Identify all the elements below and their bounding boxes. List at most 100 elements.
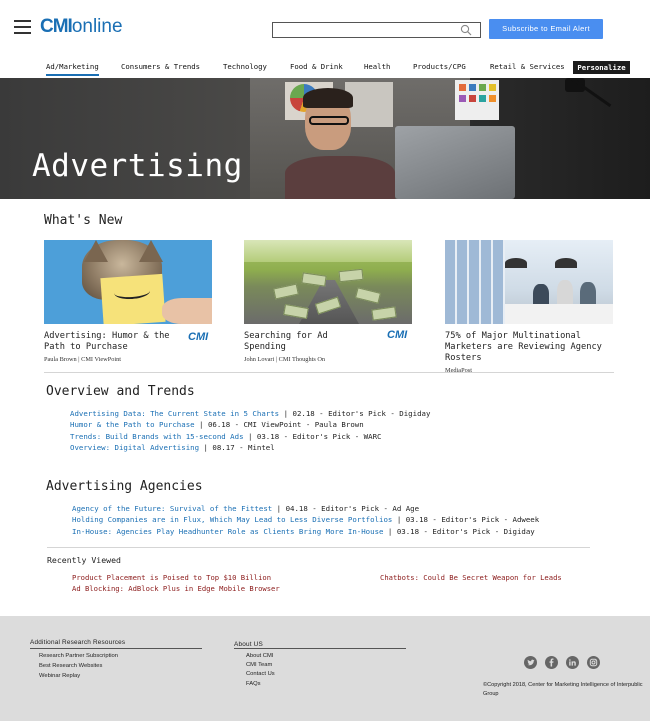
list-item: Humor & the Path to Purchase | 06.18 - C… (70, 419, 430, 430)
nav-item-products-cpg[interactable]: Products/CPG (413, 62, 466, 71)
recently-viewed-link[interactable]: Ad Blocking: AdBlock Plus in Edge Mobile… (72, 584, 280, 593)
article-link[interactable]: Advertising Data: The Current State in 5… (70, 409, 279, 418)
footer-link[interactable]: Contact Us (246, 671, 275, 677)
list-item: Advertising Data: The Current State in 5… (70, 408, 430, 419)
article-card[interactable]: Advertising: Humor & the Path to Purchas… (44, 240, 212, 363)
article-headline[interactable]: Advertising: Humor & the Path to Purchas… (44, 331, 174, 353)
menu-icon[interactable] (14, 20, 31, 34)
article-thumbnail[interactable] (445, 240, 613, 324)
hero-lamp-arm (568, 78, 612, 108)
recently-viewed-link[interactable]: Chatbots: Could Be Secret Weapon for Lea… (380, 573, 562, 582)
whats-new-title: What's New (44, 213, 123, 228)
pendant-lamp (555, 258, 577, 268)
site-logo[interactable]: CMIonline (40, 16, 123, 38)
footer-link[interactable]: CMI Team (246, 662, 272, 668)
personalize-button[interactable]: Personalize (573, 61, 630, 74)
article-link[interactable]: Agency of the Future: Survival of the Fi… (72, 504, 272, 513)
hero-person-shirt (285, 156, 395, 199)
article-meta: | 03.18 - Editor's Pick - WARC (243, 431, 382, 441)
hero-person-hair (303, 88, 353, 108)
section-divider (44, 372, 614, 373)
nav-item-retail-services[interactable]: Retail & Services (490, 62, 565, 71)
footer-rule (30, 648, 202, 649)
category-nav: Ad/Marketing Consumers & Trends Technolo… (0, 58, 650, 78)
hero-person-glasses (309, 116, 349, 125)
article-thumbnail[interactable] (44, 240, 212, 324)
cat-ear (139, 240, 163, 262)
thumb-window (445, 240, 505, 324)
nav-item-technology[interactable]: Technology (223, 62, 267, 71)
footer-link[interactable]: About CMI (246, 653, 273, 659)
facebook-icon[interactable] (545, 656, 558, 669)
footer-link[interactable]: Webinar Replay (39, 673, 80, 679)
color-swatch (489, 84, 496, 91)
page-title: Advertising (32, 148, 243, 184)
article-link[interactable]: Holding Companies are in Flux, Which May… (72, 515, 392, 524)
cmi-badge-icon: CMI (387, 329, 408, 341)
recently-viewed-link[interactable]: Product Placement is Poised to Top $10 B… (72, 573, 271, 582)
article-link[interactable]: Overview: Digital Advertising (70, 443, 199, 452)
linkedin-icon[interactable] (566, 656, 579, 669)
article-thumbnail[interactable] (244, 240, 412, 324)
nav-item-ad-marketing[interactable]: Ad/Marketing (46, 62, 99, 76)
article-card[interactable]: 75% of Major Multinational Marketers are… (445, 240, 613, 374)
article-byline: Paula Brown | CMI ViewPoint (44, 356, 122, 363)
article-link[interactable]: In-House: Agencies Play Headhunter Role … (72, 527, 383, 536)
list-item: Overview: Digital Advertising | 08.17 - … (70, 442, 430, 453)
twitter-icon[interactable] (524, 656, 537, 669)
recently-viewed-title: Recently Viewed (47, 555, 121, 565)
footer-link[interactable]: FAQs (246, 681, 261, 687)
color-swatch (479, 84, 486, 91)
instagram-icon[interactable] (587, 656, 600, 669)
list-item: Trends: Build Brands with 15-second Ads … (70, 431, 430, 442)
article-link[interactable]: Trends: Build Brands with 15-second Ads (70, 432, 244, 441)
section-divider (47, 547, 590, 548)
hand (162, 298, 212, 324)
article-headline[interactable]: Searching for Ad Spending (244, 331, 374, 353)
article-link[interactable]: Humor & the Path to Purchase (70, 420, 195, 429)
article-meta: | 06.18 - CMI ViewPoint - Paula Brown (194, 420, 364, 430)
dollar-bill (355, 287, 381, 304)
color-swatch (479, 95, 486, 102)
about-us-heading: About US (234, 641, 263, 648)
list-item: In-House: Agencies Play Headhunter Role … (72, 526, 539, 537)
dollar-bill (273, 283, 299, 300)
subscribe-email-alert-button[interactable]: Subscribe to Email Alert (489, 19, 603, 39)
pendant-lamp (505, 258, 527, 268)
article-card[interactable]: Searching for Ad Spending John Lovari | … (244, 240, 412, 363)
nav-item-health[interactable]: Health (364, 62, 390, 71)
logo-strong: CMI (40, 16, 73, 37)
color-swatch (469, 95, 476, 102)
nav-item-consumers-trends[interactable]: Consumers & Trends (121, 62, 200, 71)
cat-ear (84, 240, 108, 262)
cmi-badge-icon: CMI (188, 331, 209, 343)
dollar-bill (301, 272, 327, 287)
article-byline: John Lovari | CMI Thoughts On (244, 356, 326, 363)
agencies-link-list: Agency of the Future: Survival of the Fi… (72, 503, 539, 537)
list-item: Holding Companies are in Flux, Which May… (72, 514, 539, 525)
site-header: CMIonline Subscribe to Email Alert (0, 0, 650, 58)
logo-light: online (71, 16, 123, 37)
footer-link[interactable]: Research Partner Subscription (39, 653, 118, 659)
hero-swatch-poster (455, 80, 499, 120)
overview-trends-title: Overview and Trends (46, 384, 195, 399)
search-input[interactable] (273, 28, 458, 42)
footer-link[interactable]: Best Research Websites (39, 663, 102, 669)
article-headline[interactable]: 75% of Major Multinational Marketers are… (445, 331, 613, 364)
color-swatch (459, 84, 466, 91)
search-icon[interactable] (460, 24, 472, 36)
article-meta: | 03.18 - Editor's Pick - Adweek (392, 515, 540, 525)
copyright-text: ©Copyright 2018, Center for Marketing In… (483, 682, 643, 697)
article-meta: | 02.18 - Editor's Pick - Digiday (279, 409, 431, 418)
nav-item-food-drink[interactable]: Food & Drink (290, 62, 343, 71)
research-resources-heading: Additional Research Resources (30, 639, 126, 646)
color-swatch (489, 95, 496, 102)
list-item: Agency of the Future: Survival of the Fi… (72, 503, 539, 514)
dollar-bill (338, 268, 364, 283)
article-meta: | 08.17 - Mintel (199, 442, 275, 452)
dollar-bill (371, 306, 397, 321)
overview-link-list: Advertising Data: The Current State in 5… (70, 408, 430, 453)
color-swatch (469, 84, 476, 91)
color-swatch (459, 95, 466, 102)
search-box (272, 22, 481, 42)
